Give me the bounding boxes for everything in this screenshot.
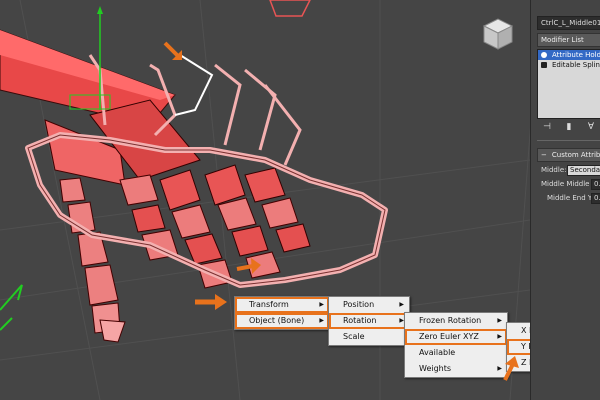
stack-item-label: Editable Spline (552, 61, 600, 69)
stack-item-label: Attribute Holder (552, 51, 600, 59)
stack-toolbar: ⊣ ▮ ∀ (541, 120, 600, 134)
divider (537, 140, 600, 141)
menu-item-label: X Rotation (521, 326, 530, 335)
object-name-field[interactable]: CtrlC_L_Middle01 (537, 16, 600, 30)
stack-item-editable-spline[interactable]: Editable Spline (538, 60, 600, 70)
middle-label: Middle: (541, 166, 567, 174)
menu-item-transform[interactable]: Transform ▶ (235, 297, 329, 313)
expand-icon[interactable] (541, 62, 547, 68)
pointer-arrow-icon (163, 41, 182, 60)
context-menu-level1: Transform ▶ Object (Bone) ▶ (234, 296, 330, 330)
submenu-arrow-icon: ▶ (319, 301, 324, 308)
pointer-arrow-icon (236, 258, 261, 274)
menu-item-scale[interactable]: Scale (329, 329, 409, 345)
menu-item-label: Available (419, 348, 456, 357)
menu-item-zero-euler-xyz[interactable]: Zero Euler XYZ ▶ (405, 329, 507, 345)
command-panel: CtrlC_L_Middle01 Modifier List Attribute… (530, 0, 600, 400)
middle-dropdown[interactable]: Secondary (567, 165, 600, 176)
menu-item-rotation[interactable]: Rotation ▶ (329, 313, 409, 329)
middle-middle-y-spinner[interactable]: 0.0 (591, 179, 600, 190)
context-menu-level3: Frozen Rotation ▶ Zero Euler XYZ ▶ Availab… (404, 312, 508, 378)
viewcube-icon[interactable] (482, 18, 514, 50)
pin-icon[interactable]: ⊣ (541, 122, 553, 132)
middle-end-y-spinner[interactable]: 0.0 (591, 193, 600, 204)
light-bulb-icon[interactable] (541, 52, 547, 58)
context-menu-level2: Position ▶ Rotation ▶ Scale (328, 296, 410, 346)
menu-item-label: Y Rotation (521, 342, 530, 351)
menu-item-position[interactable]: Position ▶ (329, 297, 409, 313)
menu-item-label: Rotation (343, 316, 377, 325)
show-end-result-icon[interactable]: ▮ (563, 122, 575, 132)
middle-middle-y-label: Middle Middle Y: (541, 180, 598, 188)
submenu-arrow-icon: ▶ (497, 333, 502, 340)
pointer-arrow-icon (195, 294, 227, 310)
menu-item-y-rotation[interactable]: Y Rotation (507, 339, 530, 355)
stack-item-attribute-holder[interactable]: Attribute Holder (538, 50, 600, 60)
menu-item-x-rotation[interactable]: X Rotation (507, 323, 530, 339)
menu-item-label: Transform (249, 300, 289, 309)
submenu-arrow-icon: ▶ (497, 317, 502, 324)
submenu-arrow-icon: ▶ (319, 317, 324, 324)
custom-attributes-rollout[interactable]: −Custom Attributes (537, 148, 600, 162)
middle-end-y-label: Middle End Y: (547, 194, 594, 202)
menu-item-label: Position (343, 300, 375, 309)
collapse-icon: − (541, 151, 547, 159)
rollout-title: Custom Attributes (551, 151, 600, 159)
pointer-arrow-icon (503, 356, 519, 381)
menu-item-label: Scale (343, 332, 365, 341)
menu-item-label: Object (Bone) (249, 316, 305, 325)
menu-item-available[interactable]: Available (405, 345, 507, 361)
menu-item-label: Frozen Rotation (419, 316, 482, 325)
viewport[interactable]: Transform ▶ Object (Bone) ▶ Position ▶ Rota… (0, 0, 530, 400)
make-unique-icon[interactable]: ∀ (585, 122, 597, 132)
modifier-list-dropdown[interactable]: Modifier List (537, 33, 600, 47)
menu-item-object-bone[interactable]: Object (Bone) ▶ (235, 313, 329, 329)
submenu-arrow-icon: ▶ (399, 301, 404, 308)
menu-item-label: Zero Euler XYZ (419, 332, 479, 341)
modifier-stack: Attribute Holder Editable Spline (537, 49, 600, 119)
menu-item-label: Weights (419, 364, 452, 373)
menu-item-frozen-rotation[interactable]: Frozen Rotation ▶ (405, 313, 507, 329)
menu-item-weights[interactable]: Weights ▶ (405, 361, 507, 377)
